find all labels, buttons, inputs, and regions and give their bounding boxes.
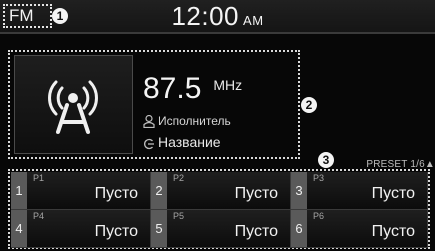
radio-broadcast-icon [48, 80, 98, 134]
clock-time: 12:00 [171, 1, 240, 31]
preset-button-3[interactable]: 3 P3 Пусто [291, 172, 428, 210]
frequency-display: 87.5 MHz [143, 74, 242, 104]
frequency-value: 87.5 [143, 72, 202, 105]
clock-ampm: AM [243, 13, 264, 28]
preset-grid: 1 P1 Пусто 2 P2 Пусто 3 P3 Пусто 4 P4 Пу… [8, 169, 430, 249]
callout-marker-2: 2 [301, 97, 317, 113]
preset-name: Пусто [94, 185, 138, 202]
preset-button-2[interactable]: 2 P2 Пусто [151, 172, 291, 210]
song-title-icon [144, 138, 154, 149]
preset-number: 1 [11, 172, 27, 209]
preset-tag: P5 [173, 211, 185, 221]
artist-label: Исполнитель [158, 114, 231, 128]
preset-number: 2 [151, 172, 167, 209]
preset-number: 3 [291, 172, 307, 209]
preset-name: Пусто [234, 223, 278, 240]
preset-name: Пусто [94, 223, 138, 240]
now-playing-panel[interactable]: 87.5 MHz Исполнитель Название [8, 50, 300, 159]
preset-name: Пусто [371, 223, 415, 240]
preset-tag: P4 [33, 211, 45, 221]
preset-tag: P6 [313, 211, 325, 221]
preset-name: Пусто [371, 185, 415, 202]
status-bar: FM 1 12:00 AM [0, 0, 435, 34]
title-label: Название [158, 134, 221, 150]
title-row: Название [143, 134, 221, 150]
preset-tag: P3 [313, 173, 325, 183]
callout-marker-3: 3 [318, 152, 334, 168]
preset-tag: P2 [173, 173, 185, 183]
preset-number: 4 [11, 210, 27, 247]
person-icon [143, 115, 155, 129]
clock: 12:00 AM [0, 2, 435, 35]
preset-button-5[interactable]: 5 P5 Пусто [151, 210, 291, 248]
artist-row: Исполнитель [143, 114, 231, 129]
station-artwork [14, 55, 133, 154]
preset-button-6[interactable]: 6 P6 Пусто [291, 210, 428, 248]
preset-name: Пусто [234, 185, 278, 202]
preset-button-4[interactable]: 4 P4 Пусто [11, 210, 151, 248]
frequency-unit: MHz [213, 77, 243, 93]
preset-tag: P1 [33, 173, 45, 183]
preset-number: 5 [151, 210, 167, 247]
preset-button-1[interactable]: 1 P1 Пусто [11, 172, 151, 210]
preset-number: 6 [291, 210, 307, 247]
